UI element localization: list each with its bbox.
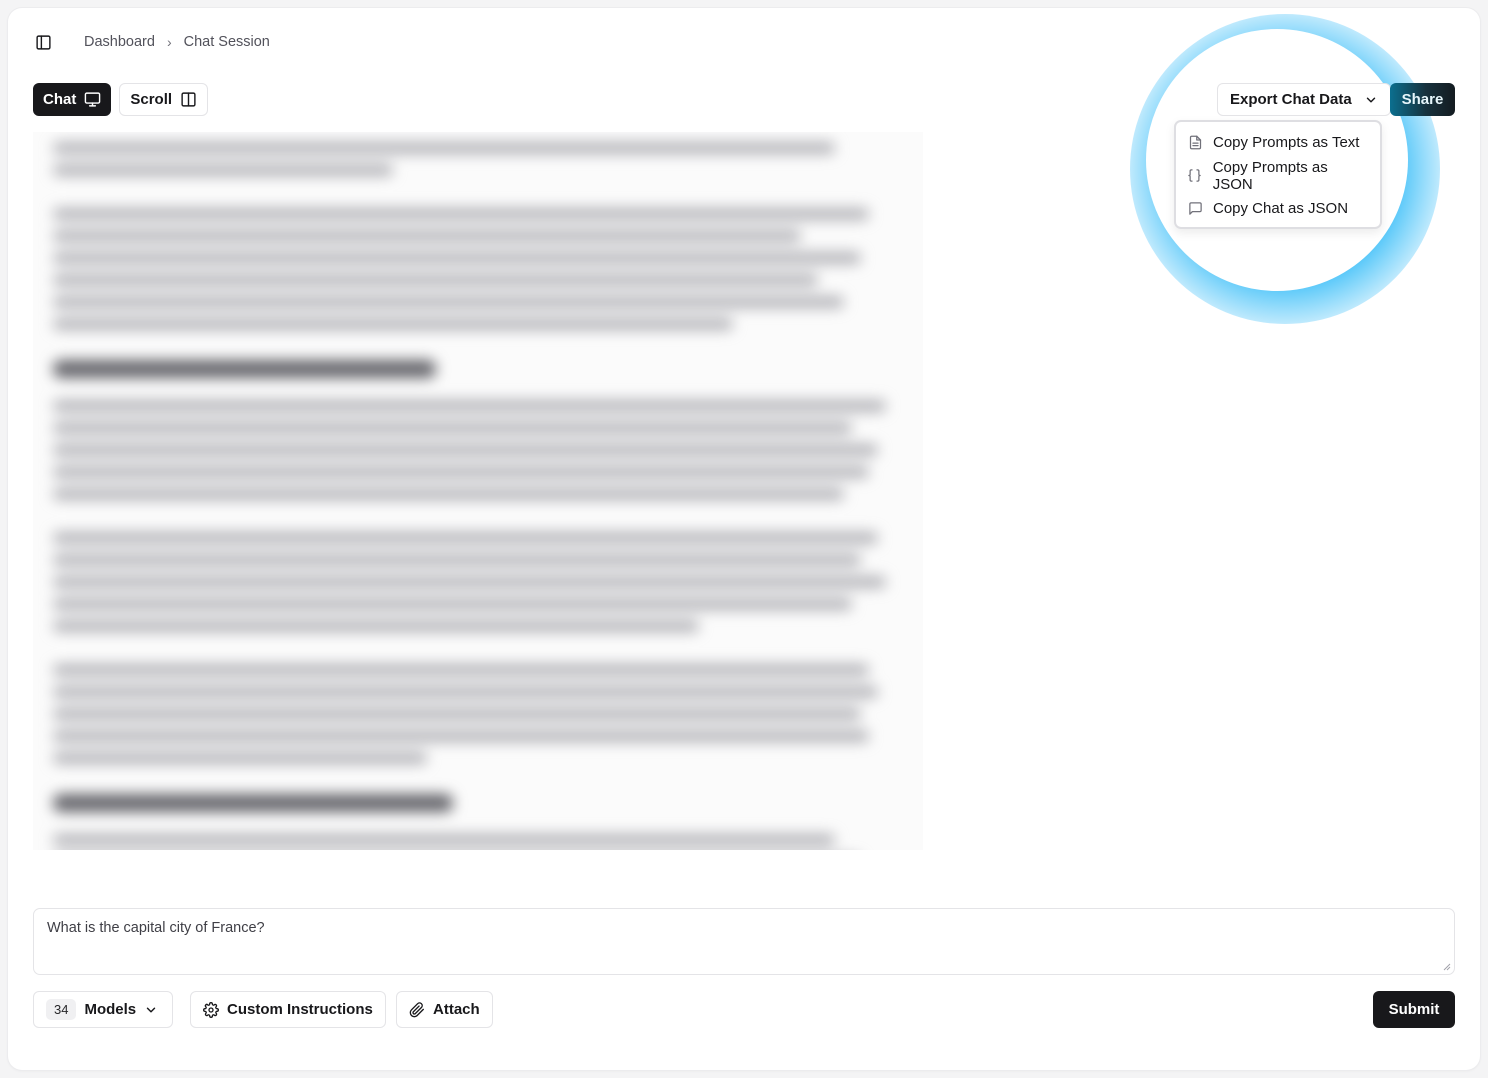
menu-item-label: Copy Prompts as JSON [1212,158,1328,193]
chevron-down-icon [146,1007,156,1012]
custom-instructions-button[interactable]: Custom Instructions [190,991,386,1028]
chat-content-blurred [33,132,923,850]
resize-handle-icon[interactable] [1443,963,1451,971]
sidebar-toggle-icon[interactable] [33,32,53,52]
attach-label: Attach [433,1001,480,1018]
share-button[interactable]: Share [1390,83,1455,116]
monitor-icon [85,92,101,107]
scroll-view-button[interactable]: Scroll [119,83,209,116]
app-window: Dashboard › Chat Session Chat Scroll Exp… [8,8,1480,1070]
export-chat-data-label: Export Chat Data [1230,91,1352,108]
columns-icon [181,92,196,107]
attach-button[interactable]: Attach [396,991,493,1028]
submit-button[interactable]: Submit [1373,991,1455,1028]
menu-item-label: Copy Prompts as Text [1213,134,1360,151]
braces-icon [1187,168,1203,183]
chat-view-button[interactable]: Chat [33,83,112,116]
export-menu: Copy Prompts as Text Copy Prompts as JSO… [1174,120,1382,229]
models-selector-button[interactable]: 34 Models [33,991,173,1028]
copy-prompts-as-text-item[interactable]: Copy Prompts as Text [1176,126,1380,159]
prompt-value: What is the capital city of France? [47,920,265,936]
prompt-textarea[interactable]: What is the capital city of France? [33,908,1455,975]
copy-prompts-as-json-item[interactable]: Copy Prompts as JSON [1176,158,1380,193]
view-toggle: Chat Scroll [33,83,209,116]
chevron-right-icon: › [166,34,172,50]
copy-chat-as-json-item[interactable]: Copy Chat as JSON [1176,192,1380,225]
chevron-down-icon [1366,97,1375,102]
file-text-icon [1187,135,1203,150]
custom-instructions-label: Custom Instructions [227,1001,373,1018]
export-chat-data-button[interactable]: Export Chat Data [1217,83,1391,116]
breadcrumb: Dashboard › Chat Session [84,32,270,52]
chat-view-label: Chat [43,91,77,108]
menu-item-label: Copy Chat as JSON [1213,200,1349,217]
message-square-icon [1187,201,1203,216]
models-count-badge: 34 [46,999,77,1020]
paperclip-icon [409,1001,424,1017]
breadcrumb-chat-session: Chat Session [183,34,270,50]
breadcrumb-dashboard[interactable]: Dashboard [84,34,155,50]
models-label: Models [84,1001,137,1018]
settings-gear-icon [203,1001,219,1018]
scroll-view-label: Scroll [130,91,173,108]
